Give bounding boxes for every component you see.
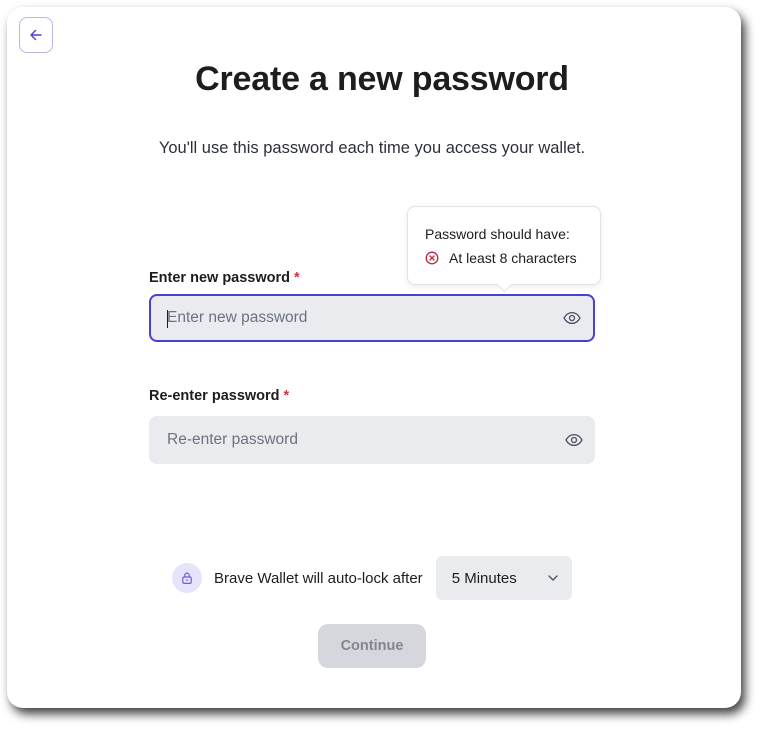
password-requirements-tooltip: Password should have: At least 8 charact… — [407, 206, 601, 293]
autolock-row: Brave Wallet will auto-lock after 5 Minu… — [172, 556, 572, 600]
text-caret — [167, 310, 168, 328]
page-subtitle: You'll use this password each time you a… — [158, 139, 586, 157]
autolock-label: Brave Wallet will auto-lock after — [214, 569, 423, 587]
requirement-item: At least 8 characters — [425, 249, 600, 267]
confirm-password-input[interactable] — [149, 416, 563, 464]
required-mark: * — [294, 270, 300, 286]
eye-icon[interactable] — [563, 429, 585, 451]
eye-icon[interactable] — [561, 307, 583, 329]
required-mark: * — [283, 388, 290, 404]
arrow-left-icon — [29, 28, 43, 42]
confirm-password-field — [149, 416, 595, 464]
onboarding-card — [7, 7, 741, 708]
new-password-label-text: Enter new password — [149, 270, 291, 286]
back-button[interactable] — [19, 17, 53, 53]
confirm-password-label-text: Re-enter password — [149, 388, 280, 404]
new-password-label: Enter new password * — [149, 270, 300, 286]
new-password-input[interactable] — [151, 296, 561, 340]
close-circle-icon — [425, 251, 439, 265]
page-title: Create a new password — [195, 60, 569, 98]
tooltip-heading: Password should have: — [425, 226, 570, 242]
requirement-label: At least 8 characters — [449, 250, 577, 266]
confirm-password-label: Re-enter password * — [149, 388, 289, 404]
autolock-selected-value: 5 Minutes — [451, 569, 517, 587]
lock-icon — [172, 563, 202, 593]
autolock-duration-select[interactable]: 5 Minutes — [435, 556, 572, 600]
chevron-down-icon — [548, 575, 558, 581]
new-password-field — [149, 294, 595, 342]
continue-button[interactable]: Continue — [318, 624, 426, 668]
